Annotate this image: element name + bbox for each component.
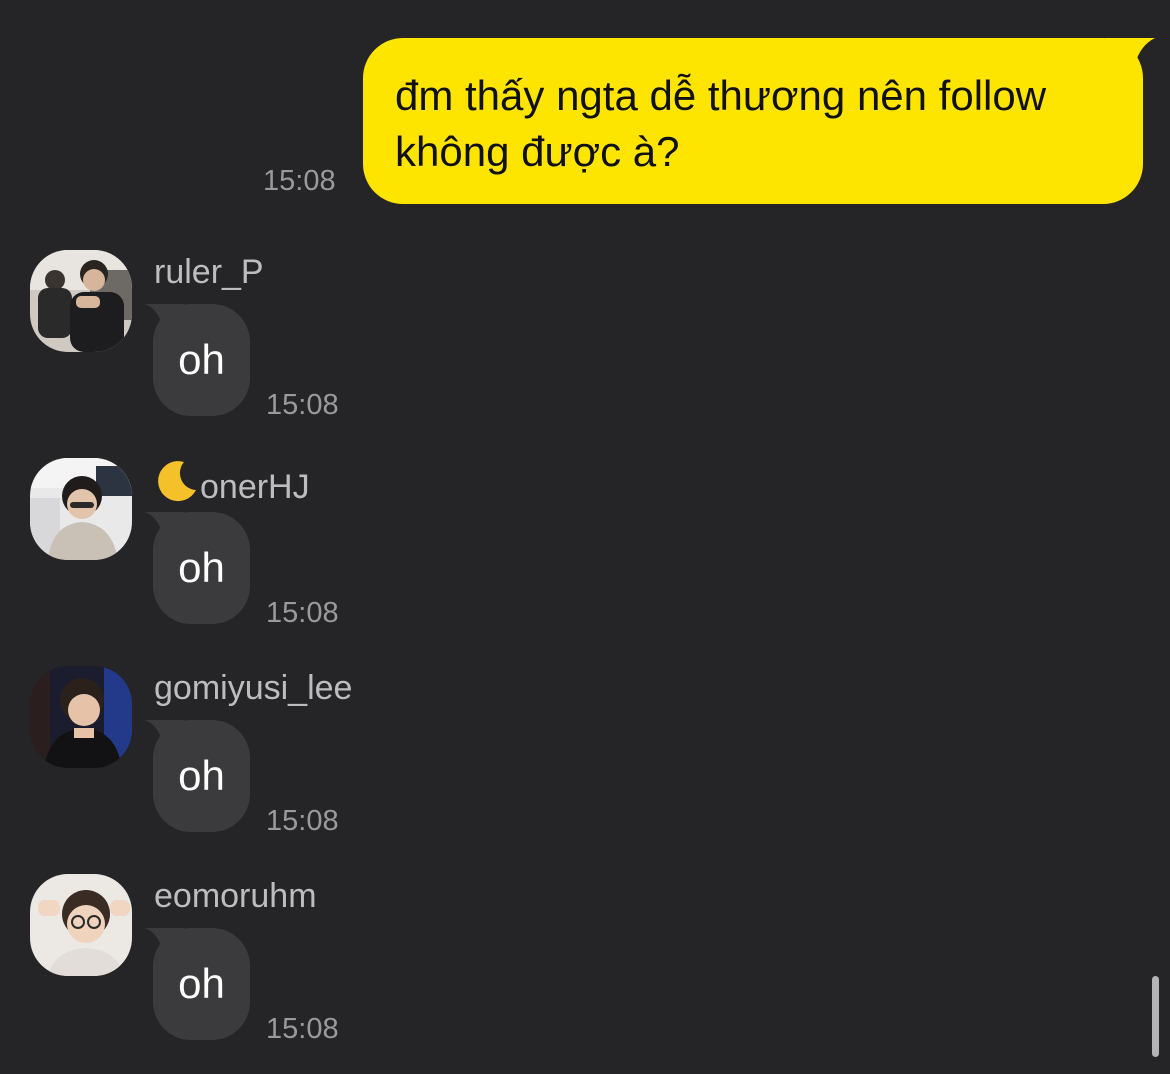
message-text-line: không được à? bbox=[395, 128, 680, 175]
incoming-bubble[interactable]: oh bbox=[153, 304, 250, 416]
sender-name-text: onerHJ bbox=[200, 468, 310, 506]
scrollbar[interactable] bbox=[1152, 976, 1159, 1057]
message-timestamp: 15:08 bbox=[266, 805, 339, 837]
sender-name: eomoruhm bbox=[154, 877, 317, 915]
sender-name: ruler_P bbox=[154, 253, 264, 291]
avatar[interactable] bbox=[30, 250, 132, 352]
avatar[interactable] bbox=[30, 666, 132, 768]
incoming-message: eomoruhm oh 15:08 bbox=[0, 874, 1170, 1074]
message-text-line: đm thấy ngta dễ thương nên follow bbox=[395, 72, 1047, 119]
sender-name: gomiyusi_lee bbox=[154, 669, 353, 707]
outgoing-message: 15:08 đm thấy ngta dễ thương nên follow … bbox=[0, 0, 1170, 220]
avatar[interactable] bbox=[30, 874, 132, 976]
incoming-message: ruler_P oh 15:08 bbox=[0, 250, 1170, 450]
message-timestamp: 15:08 bbox=[266, 1013, 339, 1045]
message-timestamp: 15:08 bbox=[266, 389, 339, 421]
outgoing-bubble[interactable]: đm thấy ngta dễ thương nên follow không … bbox=[363, 38, 1143, 204]
incoming-bubble[interactable]: oh bbox=[153, 512, 250, 624]
chat-message-list[interactable]: 15:08 đm thấy ngta dễ thương nên follow … bbox=[0, 0, 1170, 1057]
message-timestamp: 15:08 bbox=[263, 165, 336, 197]
incoming-bubble[interactable]: oh bbox=[153, 928, 250, 1040]
incoming-bubble[interactable]: oh bbox=[153, 720, 250, 832]
incoming-message: onerHJ oh 15:08 bbox=[0, 458, 1170, 658]
message-timestamp: 15:08 bbox=[266, 597, 339, 629]
crescent-moon-icon bbox=[158, 461, 196, 502]
avatar[interactable] bbox=[30, 458, 132, 560]
sender-name: onerHJ bbox=[154, 460, 310, 507]
incoming-message: gomiyusi_lee oh 15:08 bbox=[0, 666, 1170, 866]
